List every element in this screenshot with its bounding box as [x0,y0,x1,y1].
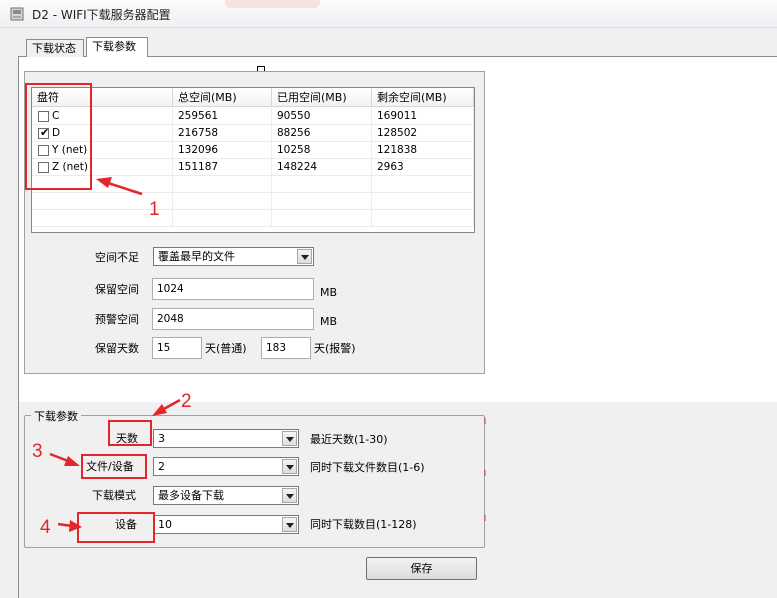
red-speck [484,470,486,476]
tab-download-params[interactable]: 下载参数 [86,37,148,57]
annotation-arrow-icon [96,177,143,196]
annotation-arrow-icon [49,452,80,466]
red-speck [484,515,486,521]
red-speck [484,418,486,424]
annotation-arrows [49,177,181,532]
annotation-arrow-icon [152,398,181,416]
annotation-arrow-icon [57,520,82,532]
